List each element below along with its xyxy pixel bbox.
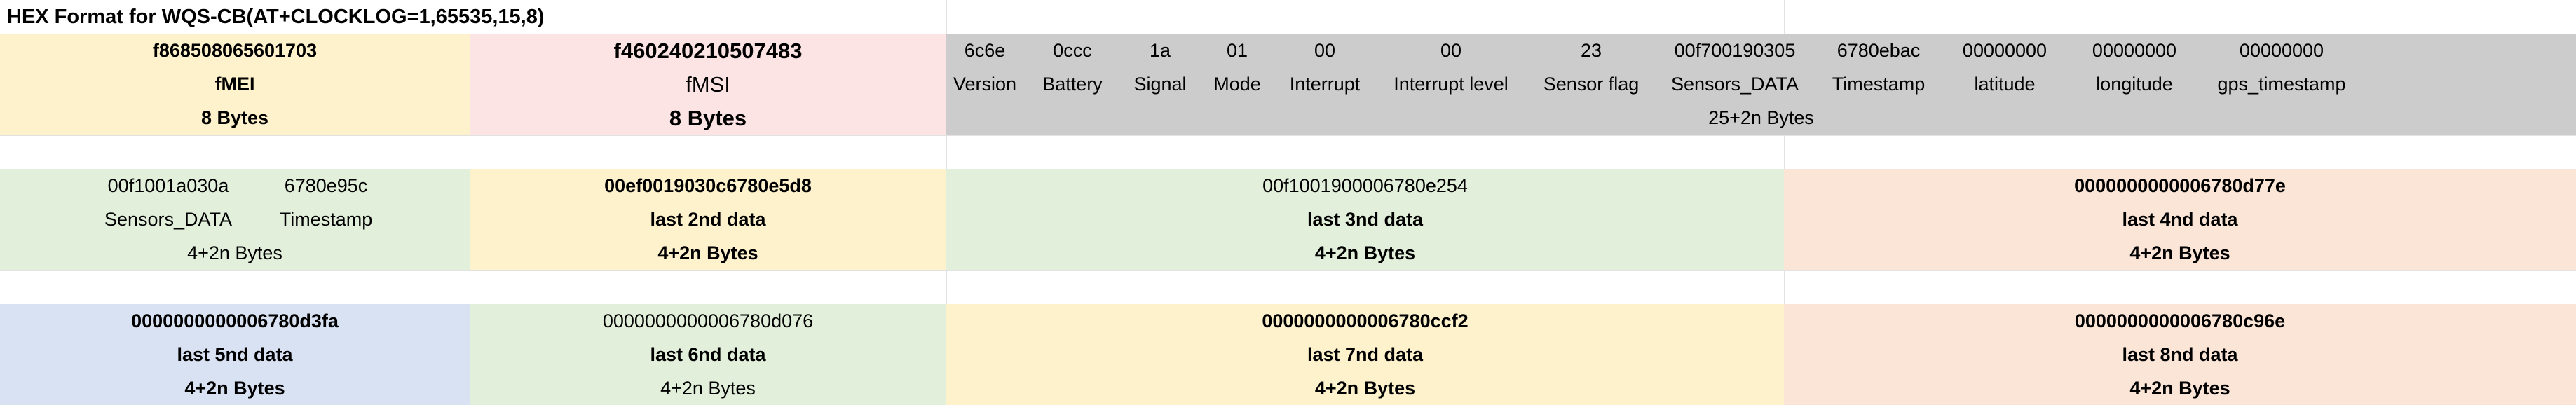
field-battery-label: Battery xyxy=(1042,73,1103,95)
last-5th-value: 0000000000006780d3fa xyxy=(0,304,470,338)
field-timestamp-label: Timestamp xyxy=(1832,73,1926,95)
last-6th-label: last 6nd data xyxy=(470,338,946,371)
last-4th-label: last 4nd data xyxy=(1784,202,2576,236)
last-7th-label: last 7nd data xyxy=(946,338,1784,371)
imei-name: fMEI xyxy=(0,67,470,101)
last-7th-size: 4+2n Bytes xyxy=(946,371,1784,405)
last-4th-size: 4+2n Bytes xyxy=(1784,236,2576,270)
last-4th-value: 0000000000006780d77e xyxy=(1784,169,2576,202)
last-7th-value: 0000000000006780ccf2 xyxy=(946,304,1784,338)
field-mode-value: 01 xyxy=(1226,39,1248,61)
field-interrupt-value: 00 xyxy=(1314,39,1336,61)
imei-size: 8 Bytes xyxy=(0,101,470,135)
last-5th-label: last 5nd data xyxy=(0,338,470,371)
field-timestamp-value: 6780ebac xyxy=(1836,39,1921,61)
last-2nd-size: 4+2n Bytes xyxy=(470,236,946,270)
field-latitude-label: latitude xyxy=(1974,73,2036,95)
field-sensors-data-label: Sensors_DATA xyxy=(1670,73,1799,95)
imei-value: f868508065601703 xyxy=(0,34,470,67)
field-sensor-flag-label: Sensor flag xyxy=(1543,73,1640,95)
last-8th-label: last 8nd data xyxy=(1784,338,2576,371)
field-interrupt-level-label: Interrupt level xyxy=(1393,73,1508,95)
last-3rd-label: last 3nd data xyxy=(946,202,1784,236)
field-longitude-value: 00000000 xyxy=(2092,39,2177,61)
field-signal-label: Signal xyxy=(1133,73,1187,95)
imsi-value: f460240210507483 xyxy=(470,34,946,67)
last-3rd-value: 00f1001900006780e254 xyxy=(946,169,1784,202)
last-6th-value: 0000000000006780d076 xyxy=(470,304,946,338)
latest-sensors-value: 00f1001a030a xyxy=(107,174,229,196)
last-2nd-label: last 2nd data xyxy=(470,202,946,236)
row-line xyxy=(0,135,2576,136)
latest-size: 4+2n Bytes xyxy=(187,242,282,263)
field-gps-timestamp-label: gps_timestamp xyxy=(2217,73,2346,95)
field-latitude-value: 00000000 xyxy=(1962,39,2047,61)
imsi-name: fMSI xyxy=(470,67,946,101)
field-interrupt-level-value: 00 xyxy=(1440,39,1462,61)
field-sensors-data-value: 00f700190305 xyxy=(1674,39,1796,61)
field-signal-value: 1a xyxy=(1149,39,1171,61)
field-longitude-label: longitude xyxy=(2096,73,2173,95)
last-3rd-size: 4+2n Bytes xyxy=(946,236,1784,270)
field-version-value: 6c6e xyxy=(964,39,1006,61)
log-block-latest: 00f1001a030a 6780e95c Sensors_DATA Times… xyxy=(0,169,470,270)
field-gps-timestamp-value: 00000000 xyxy=(2239,39,2324,61)
last-2nd-value: 00ef0019030c6780e5d8 xyxy=(470,169,946,202)
payload-size: 25+2n Bytes xyxy=(946,101,2576,135)
row-line xyxy=(0,270,2576,271)
field-battery-value: 0ccc xyxy=(1053,39,1092,61)
field-sensor-flag-value: 23 xyxy=(1580,39,1602,61)
last-8th-size: 4+2n Bytes xyxy=(1784,371,2576,405)
field-interrupt-label: Interrupt xyxy=(1289,73,1361,95)
last-8th-value: 0000000000006780c96e xyxy=(1784,304,2576,338)
imsi-size: 8 Bytes xyxy=(470,101,946,135)
sheet-title: HEX Format for WQS-CB(AT+CLOCKLOG=1,6553… xyxy=(7,5,545,28)
field-mode-label: Mode xyxy=(1213,73,1261,95)
latest-sensors-label: Sensors_DATA xyxy=(104,208,233,230)
field-version-label: Version xyxy=(953,73,1017,95)
last-6th-size: 4+2n Bytes xyxy=(470,371,946,405)
latest-timestamp-label: Timestamp xyxy=(279,208,373,230)
spreadsheet: HEX Format for WQS-CB(AT+CLOCKLOG=1,6553… xyxy=(0,0,2576,405)
latest-timestamp-value: 6780e95c xyxy=(284,174,368,196)
payload-fields: 6c6e Version 0ccc Battery 1a Signal 01 M… xyxy=(946,34,2576,101)
last-5th-size: 4+2n Bytes xyxy=(0,371,470,405)
